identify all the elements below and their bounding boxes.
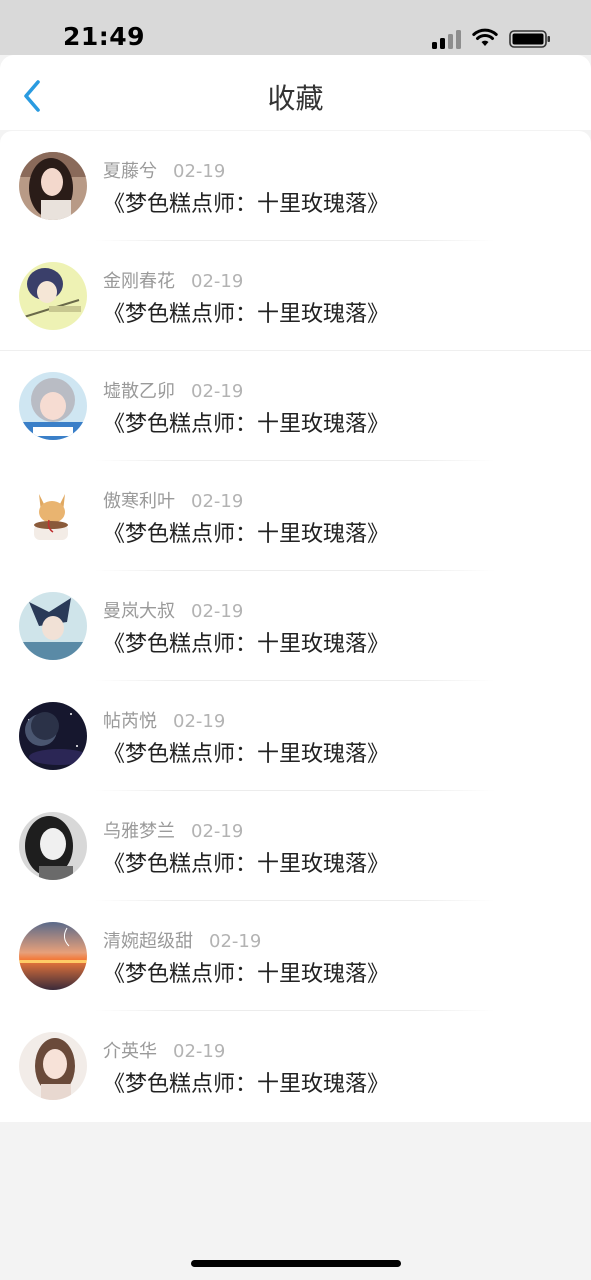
favorites-list: 夏藤兮 02-19 《梦色糕点师：十里玫瑰落》 金刚春花 02-19 《梦色糕点师：… [0, 131, 591, 1122]
username: 金刚春花 [103, 271, 175, 292]
novel-title: 《梦色糕点师：十里玫瑰落》 [103, 302, 390, 327]
novel-title: 《梦色糕点师：十里玫瑰落》 [103, 192, 390, 217]
cellular-signal-icon [432, 29, 462, 49]
novel-title: 《梦色糕点师：十里玫瑰落》 [103, 852, 390, 877]
list-item[interactable]: 墟散乙卯 02-19 《梦色糕点师：十里玫瑰落》 [0, 351, 591, 461]
list-item[interactable]: 曼岚大叔 02-19 《梦色糕点师：十里玫瑰落》 [0, 571, 591, 681]
battery-icon [509, 30, 550, 48]
list-item[interactable]: 帖芮悦 02-19 《梦色糕点师：十里玫瑰落》 [0, 681, 591, 791]
novel-title: 《梦色糕点师：十里玫瑰落》 [103, 742, 390, 767]
avatar-anime-blue-icon [19, 592, 87, 660]
list-item[interactable]: 金刚春花 02-19 《梦色糕点师：十里玫瑰落》 [0, 241, 591, 351]
username: 傲寒利叶 [103, 491, 175, 512]
date: 02-19 [173, 1041, 226, 1062]
avatar-cat-coffee-icon [19, 482, 87, 550]
status-bar: 21:49 [0, 0, 591, 55]
avatar-girl-dark-hair-icon [19, 152, 87, 220]
avatar-sunset-icon [19, 922, 87, 990]
date: 02-19 [191, 381, 244, 402]
novel-title: 《梦色糕点师：十里玫瑰落》 [103, 632, 390, 657]
list-item[interactable]: 乌雅梦兰 02-19 《梦色糕点师：十里玫瑰落》 [0, 791, 591, 901]
date: 02-19 [191, 821, 244, 842]
novel-title: 《梦色糕点师：十里玫瑰落》 [103, 962, 390, 987]
list-item[interactable]: 介英华 02-19 《梦色糕点师：十里玫瑰落》 [0, 1011, 591, 1121]
list-item[interactable]: 清婉超级甜 02-19 《梦色糕点师：十里玫瑰落》 [0, 901, 591, 1011]
username: 曼岚大叔 [103, 601, 175, 622]
list-item[interactable]: 傲寒利叶 02-19 《梦色糕点师：十里玫瑰落》 [0, 461, 591, 571]
date: 02-19 [173, 711, 226, 732]
username: 清婉超级甜 [103, 931, 193, 952]
list-item[interactable]: 夏藤兮 02-19 《梦色糕点师：十里玫瑰落》 [0, 131, 591, 241]
avatar-girl-gray-hair-icon [19, 372, 87, 440]
novel-title: 《梦色糕点师：十里玫瑰落》 [103, 412, 390, 437]
status-time: 21:49 [63, 22, 146, 51]
username: 介英华 [103, 1041, 157, 1062]
username: 墟散乙卯 [103, 381, 175, 402]
avatar-girl-light-icon [19, 1032, 87, 1100]
avatar-anime-boy-icon [19, 262, 87, 330]
username: 帖芮悦 [103, 711, 157, 732]
home-indicator [191, 1260, 401, 1267]
wifi-icon [472, 28, 498, 46]
page-title: 收藏 [267, 82, 324, 115]
date: 02-19 [191, 491, 244, 512]
date: 02-19 [173, 161, 226, 182]
date: 02-19 [209, 931, 262, 952]
novel-title: 《梦色糕点师：十里玫瑰落》 [103, 522, 390, 547]
date: 02-19 [191, 601, 244, 622]
username: 乌雅梦兰 [103, 821, 175, 842]
username: 夏藤兮 [103, 161, 157, 182]
date: 02-19 [191, 271, 244, 292]
novel-title: 《梦色糕点师：十里玫瑰落》 [103, 1072, 390, 1097]
nav-header: 收藏 [0, 55, 591, 130]
avatar-planet-space-icon [19, 702, 87, 770]
avatar-girl-bw-icon [19, 812, 87, 880]
